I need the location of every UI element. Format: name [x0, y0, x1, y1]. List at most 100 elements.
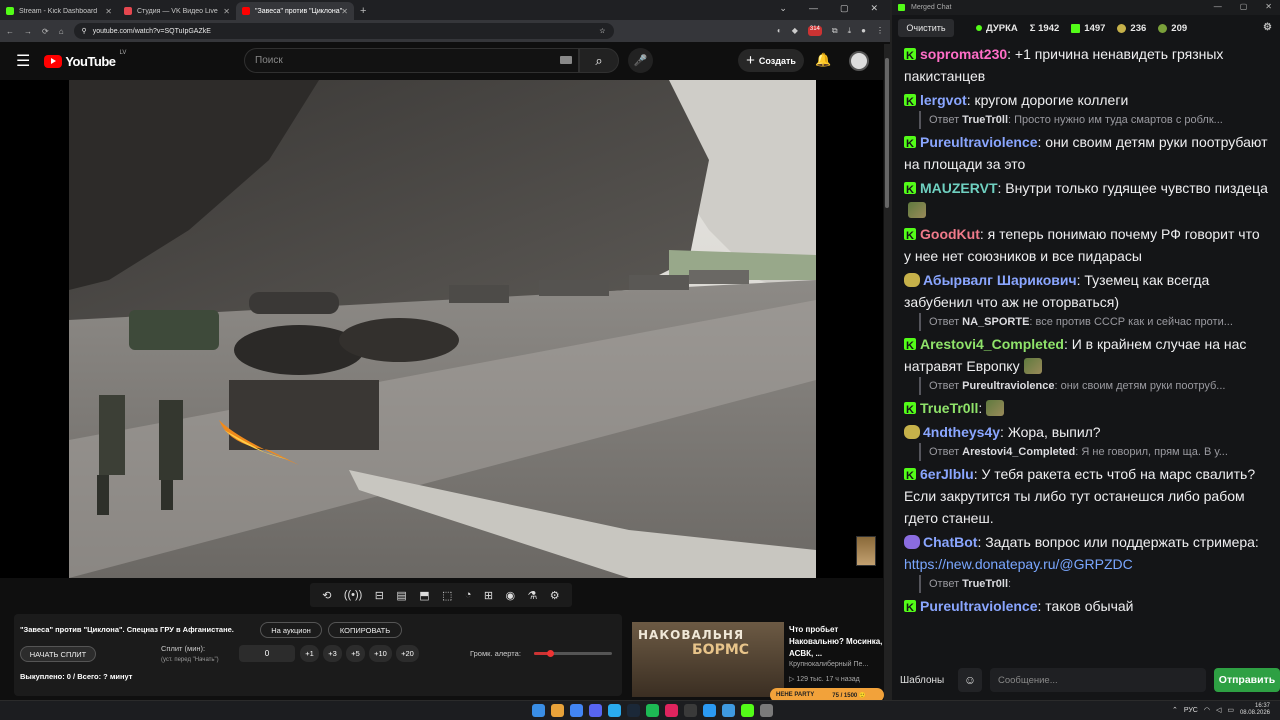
- search-input[interactable]: Поиск: [244, 48, 579, 73]
- reply-quote[interactable]: Ответ TrueTr0ll: Просто нужно им туда см…: [919, 111, 1269, 129]
- alert-volume-slider[interactable]: [534, 650, 612, 657]
- keyboard-icon[interactable]: [560, 56, 572, 64]
- back-icon[interactable]: ←: [6, 27, 14, 36]
- download-icon[interactable]: ⤓: [848, 26, 852, 36]
- close-icon[interactable]: ✕: [341, 7, 348, 16]
- taskbar-app-icon[interactable]: [665, 704, 678, 717]
- increment-20-button[interactable]: +20: [396, 645, 419, 662]
- chat-username[interactable]: ChatBot: [923, 534, 977, 550]
- taskbar-app-icon[interactable]: [722, 704, 735, 717]
- battery-icon[interactable]: ▭: [1227, 706, 1234, 714]
- taskbar-app-icon[interactable]: [627, 704, 640, 717]
- reply-quote[interactable]: Ответ TrueTr0ll:: [919, 575, 1269, 593]
- video-frame[interactable]: [69, 80, 816, 578]
- close-icon[interactable]: ✕: [105, 7, 112, 16]
- taskbar-app-icon[interactable]: [684, 704, 697, 717]
- url-field[interactable]: ⚲ youtube.com/watch?v=SQTuIpGAZkE ☆: [73, 23, 614, 39]
- tab-kick-dashboard[interactable]: Stream - Kick Dashboard ✕: [0, 2, 118, 20]
- reply-quote[interactable]: Ответ NA_SPORTE: все против СССР как и с…: [919, 313, 1269, 331]
- reload-icon[interactable]: ⟳: [42, 27, 49, 36]
- profile-icon[interactable]: ●: [861, 26, 866, 36]
- language-indicator[interactable]: РУС: [1184, 707, 1198, 714]
- loop-icon[interactable]: ⟲: [322, 589, 331, 602]
- tab-search-icon[interactable]: ⌄: [779, 3, 787, 14]
- chat-username[interactable]: 6erJlblu: [920, 466, 974, 482]
- split-minutes-input[interactable]: 0: [239, 645, 295, 662]
- close-icon[interactable]: ✕: [223, 7, 230, 16]
- tab-youtube-video[interactable]: "Завеса" против "Циклона" ✕: [236, 2, 354, 20]
- flask-icon[interactable]: ⚗: [528, 589, 538, 602]
- chat-username[interactable]: MAUZERVT: [920, 180, 998, 196]
- chat-username[interactable]: GoodKut: [920, 226, 980, 242]
- settings-icon[interactable]: ⚙: [1263, 22, 1272, 33]
- minimize-button[interactable]: —: [809, 3, 818, 14]
- taskbar-app-icon[interactable]: [741, 704, 754, 717]
- taskbar-app-icon[interactable]: [589, 704, 602, 717]
- picture-in-picture-icon[interactable]: ⬒: [419, 589, 429, 602]
- new-tab-button[interactable]: +: [360, 5, 366, 17]
- chat-username[interactable]: TrueTr0ll: [920, 400, 978, 416]
- tab-vk-studio[interactable]: Студия — VK Видео Live ✕: [118, 2, 236, 20]
- taskbar-app-icon[interactable]: [551, 704, 564, 717]
- message-input[interactable]: Сообщение...: [990, 668, 1206, 692]
- send-button[interactable]: Отправить: [1214, 668, 1280, 692]
- chat-username[interactable]: sopromat230: [920, 46, 1007, 62]
- increment-10-button[interactable]: +10: [369, 645, 392, 662]
- search-button[interactable]: ⌕: [579, 48, 619, 73]
- templates-button[interactable]: Шаблоны: [900, 675, 950, 686]
- chat-username[interactable]: 4ndtheys4y: [923, 424, 1000, 440]
- close-window-button[interactable]: ✕: [1265, 2, 1272, 11]
- theater-icon[interactable]: ⬚: [442, 589, 452, 602]
- auction-button[interactable]: На аукцион: [260, 622, 322, 638]
- gear-icon[interactable]: ⚙: [550, 589, 560, 602]
- menu-dots-icon[interactable]: ⋮: [876, 26, 884, 36]
- copy-button[interactable]: КОПИРОВАТЬ: [328, 622, 402, 638]
- recommended-thumbnail[interactable]: НАКОВАЛЬНЯ БОРМС: [632, 622, 784, 697]
- volume-icon[interactable]: ◁: [1216, 706, 1221, 714]
- increment-5-button[interactable]: +5: [346, 645, 365, 662]
- puzzle-icon[interactable]: ⧉: [832, 26, 838, 36]
- clear-chat-button[interactable]: Очистить: [898, 19, 954, 37]
- subtitles-icon[interactable]: ⊟: [375, 589, 384, 602]
- taskbar-app-icon[interactable]: [646, 704, 659, 717]
- chat-username[interactable]: lergvot: [920, 92, 967, 108]
- minimize-button[interactable]: —: [1214, 2, 1222, 11]
- donate-link[interactable]: https://new.donatepay.ru/@GRPZDC: [904, 556, 1133, 572]
- chat-username[interactable]: Pureultraviolence: [920, 134, 1038, 150]
- add-icon[interactable]: ⊞: [484, 589, 493, 602]
- recommended-channel[interactable]: Крупнокалиберный Пе...: [789, 661, 868, 668]
- extension-icon[interactable]: ◐: [777, 26, 782, 36]
- taskbar-app-icon[interactable]: [703, 704, 716, 717]
- maximize-button[interactable]: ▢: [1240, 2, 1248, 11]
- start-split-button[interactable]: НАЧАТЬ СПЛИТ: [20, 646, 96, 662]
- site-info-icon[interactable]: ⚲: [82, 27, 87, 35]
- video-player[interactable]: [0, 80, 883, 578]
- taskbar-app-icon[interactable]: [760, 704, 773, 717]
- clapper-icon[interactable]: ▤: [396, 589, 406, 602]
- taskbar-app-icon[interactable]: [608, 704, 621, 717]
- volume-knob[interactable]: [546, 650, 554, 657]
- bell-icon[interactable]: 🔔: [815, 52, 831, 68]
- taskbar-app-icon[interactable]: [570, 704, 583, 717]
- youtube-logo[interactable]: YouTube LV: [44, 50, 126, 69]
- broadcast-icon[interactable]: ((•)): [344, 589, 363, 601]
- extension-icon[interactable]: ◆: [792, 26, 798, 36]
- forward-icon[interactable]: →: [24, 27, 32, 36]
- clock[interactable]: 16:37 08.08.2026: [1240, 703, 1270, 717]
- chat-username[interactable]: Абырвалг Шарикович: [923, 272, 1077, 288]
- reply-quote[interactable]: Ответ Arestovi4_Completed: Я не говорил,…: [919, 443, 1269, 461]
- speed-icon[interactable]: ◔: [465, 589, 472, 601]
- avatar[interactable]: [849, 51, 869, 71]
- miniplayer-thumbnail[interactable]: [856, 536, 876, 566]
- increment-1-button[interactable]: +1: [300, 645, 319, 662]
- voice-search-button[interactable]: 🎤: [628, 48, 653, 73]
- chat-username[interactable]: Pureultraviolence: [920, 598, 1038, 614]
- extension-badge[interactable]: 314: [807, 26, 822, 36]
- menu-icon[interactable]: ☰: [16, 51, 30, 71]
- reply-quote[interactable]: Ответ Pureultraviolence: они своим детям…: [919, 377, 1269, 395]
- wifi-icon[interactable]: ◠: [1204, 706, 1210, 714]
- home-icon[interactable]: ⌂: [59, 27, 64, 36]
- create-button[interactable]: + Создать: [738, 49, 804, 72]
- maximize-button[interactable]: ▢: [840, 3, 849, 14]
- bookmark-star-icon[interactable]: ☆: [599, 27, 605, 35]
